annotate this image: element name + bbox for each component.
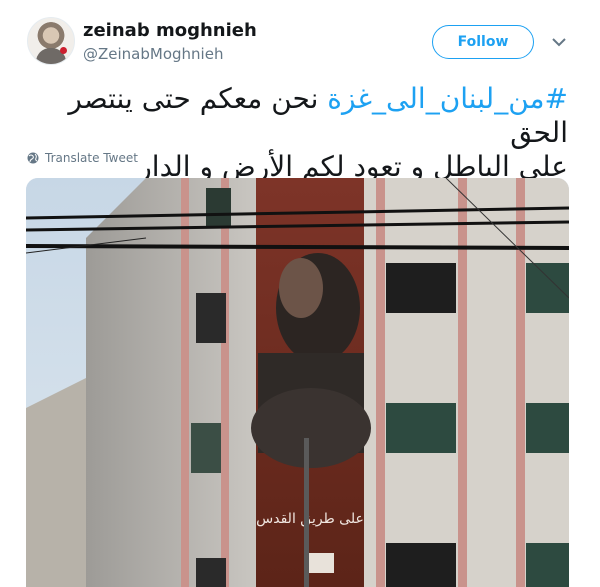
translate-label: Translate Tweet	[45, 151, 138, 165]
follow-button[interactable]: Follow	[432, 25, 534, 59]
avatar[interactable]	[27, 17, 75, 65]
tweet-photo[interactable]: على طريق القدس	[26, 178, 569, 587]
chevron-down-icon[interactable]	[551, 36, 567, 48]
hashtag-link[interactable]: #من_لبنان_الى_غزة	[327, 82, 568, 115]
banner-text: على طريق القدس	[256, 511, 364, 527]
avatar-red-mark	[60, 47, 67, 54]
globe-icon	[27, 152, 39, 164]
display-name[interactable]: zeinab moghnieh	[83, 20, 257, 41]
tweet-text: #من_لبنان_الى_غزة نحن معكم حتى ينتصر الح…	[28, 82, 568, 184]
user-handle[interactable]: @ZeinabMoghnieh	[83, 45, 223, 63]
tweet-header: zeinab moghnieh @ZeinabMoghnieh Follow	[0, 0, 600, 80]
building-photo: على طريق القدس	[26, 178, 569, 587]
translate-tweet-button[interactable]: Translate Tweet	[27, 151, 138, 165]
tweet-line-1: #من_لبنان_الى_غزة نحن معكم حتى ينتصر الح…	[28, 82, 568, 150]
